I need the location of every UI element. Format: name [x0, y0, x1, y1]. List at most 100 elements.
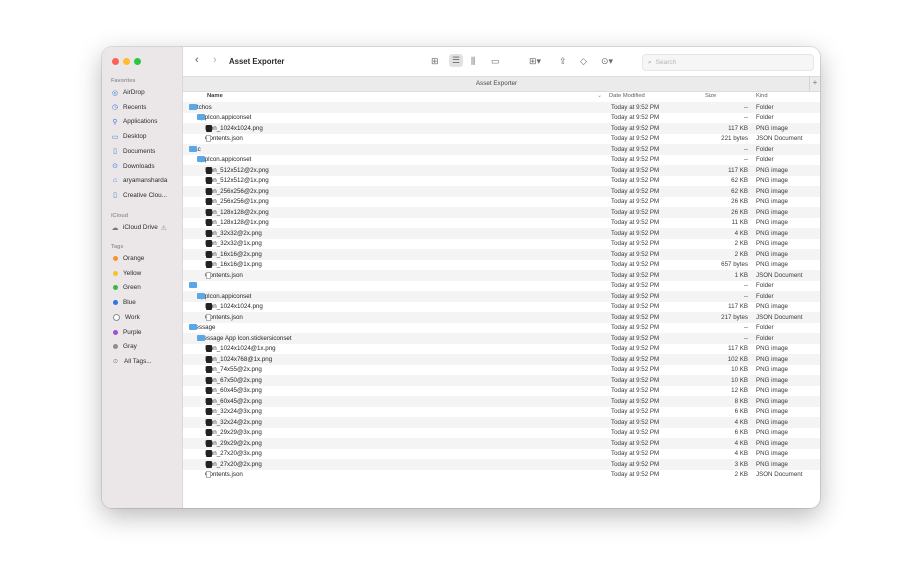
sidebar-item-aryamansharda[interactable]: ⌂ aryamansharda: [111, 175, 168, 186]
share-icon[interactable]: ⇪: [559, 56, 567, 67]
tag-yellow[interactable]: Yellow: [111, 268, 141, 279]
file-row[interactable]: Icon_32x24@2x.png Today at 9:52 PM 4 KB PNG…: [183, 417, 820, 428]
file-row[interactable]: Icon_27x20@2x.png Today at 9:52 PM 3 KB PNG…: [183, 459, 820, 470]
tag-gray[interactable]: Gray: [111, 341, 137, 352]
folder-row[interactable]: ⌄imessage Today at 9:52 PM -- Folder: [183, 323, 820, 334]
file-row[interactable]: Icon_27x20@3x.png Today at 9:52 PM 4 KB PNG…: [183, 449, 820, 460]
search-field[interactable]: ⌕ Search: [642, 54, 814, 71]
column-view-icon[interactable]: ⫼: [471, 56, 475, 67]
group-by-icon[interactable]: ⊞▾: [529, 56, 541, 67]
name-cell: Contents.json: [205, 470, 243, 480]
date-modified-cell: Today at 9:52 PM: [611, 355, 660, 363]
png-file-icon: [206, 397, 212, 405]
name-cell: ⌄watchos: [189, 102, 212, 112]
file-row[interactable]: Icon_512x512@2x.png Today at 9:52 PM 117 K…: [183, 165, 820, 176]
file-row[interactable]: Icon_16x16@1x.png Today at 9:52 PM 657 byt…: [183, 260, 820, 271]
column-size[interactable]: Size: [705, 93, 716, 99]
file-row[interactable]: Icon_60x45@2x.png Today at 9:52 PM 8 KB PNG…: [183, 396, 820, 407]
date-modified-cell: Today at 9:52 PM: [611, 124, 660, 132]
tag-work[interactable]: Work: [111, 312, 140, 323]
file-row[interactable]: Icon_512x512@1x.png Today at 9:52 PM 62 KB…: [183, 176, 820, 187]
png-file-icon: [206, 240, 212, 248]
name-cell: ⌄AppIcon.appiconset: [197, 155, 251, 165]
file-row[interactable]: Icon_29x29@2x.png Today at 9:52 PM 4 KB PNG…: [183, 438, 820, 449]
date-modified-cell: Today at 9:52 PM: [611, 250, 660, 258]
sidebar-item-desktop[interactable]: ▭ Desktop: [111, 131, 147, 142]
sidebar-item-creative-clou[interactable]: ▯ Creative Clou...: [111, 190, 167, 201]
file-row[interactable]: Icon_67x50@2x.png Today at 9:52 PM 10 KB PN…: [183, 375, 820, 386]
tag-icon[interactable]: ◇: [580, 56, 587, 67]
more-actions-icon[interactable]: ⊙▾: [601, 56, 613, 67]
file-row[interactable]: Icon_32x32@2x.png Today at 9:52 PM 4 KB PNG…: [183, 228, 820, 239]
sidebar-item-applications[interactable]: ⚲ Applications: [111, 116, 157, 127]
file-row[interactable]: Icon_1024x1024.png Today at 9:52 PM 117 KB…: [183, 123, 820, 134]
file-row[interactable]: Icon_256x256@2x.png Today at 9:52 PM 62 KB…: [183, 186, 820, 197]
tag-all-tags[interactable]: ⊙ All Tags...: [111, 356, 152, 367]
column-name[interactable]: Name: [207, 93, 223, 99]
file-row[interactable]: Contents.json Today at 9:52 PM 217 bytes JS…: [183, 312, 820, 323]
zoom-window-button[interactable]: [134, 58, 141, 65]
folder-row[interactable]: ⌄AppIcon.appiconset Today at 9:52 PM -- Fol…: [183, 291, 820, 302]
date-modified-cell: Today at 9:52 PM: [611, 334, 660, 342]
tab-asset-exporter[interactable]: Asset Exporter: [183, 80, 810, 87]
folder-row[interactable]: ⌄mac Today at 9:52 PM -- Folder: [183, 144, 820, 155]
sidebar-item-airdrop[interactable]: ◎ AirDrop: [111, 87, 145, 98]
folder-row[interactable]: ⌄ios Today at 9:52 PM -- Folder: [183, 281, 820, 292]
file-row[interactable]: Icon_256x256@1x.png Today at 9:52 PM 26 KB…: [183, 197, 820, 208]
tag-label: Blue: [123, 299, 136, 307]
back-icon[interactable]: ‹: [195, 54, 199, 66]
date-modified-cell: Today at 9:52 PM: [611, 219, 660, 227]
gallery-view-icon[interactable]: ▭: [491, 56, 500, 67]
column-kind[interactable]: Kind: [756, 93, 768, 99]
sidebar-item-documents[interactable]: ▯ Documents: [111, 146, 155, 157]
png-file-icon: [206, 261, 212, 269]
file-row[interactable]: Icon_16x16@2x.png Today at 9:52 PM 2 KB PNG…: [183, 249, 820, 260]
sidebar-item-recents[interactable]: ◷ Recents: [111, 102, 147, 113]
tag-blue[interactable]: Blue: [111, 297, 136, 308]
tag-green[interactable]: Green: [111, 282, 141, 293]
size-cell: 12 KB: [731, 387, 748, 395]
folder-row[interactable]: ⌄iMessage App Icon.stickersiconset Today …: [183, 333, 820, 344]
tag-purple[interactable]: Purple: [111, 327, 141, 338]
file-row[interactable]: Icon_1024x1024@1x.png Today at 9:52 PM 117…: [183, 344, 820, 355]
file-row[interactable]: Icon_29x29@3x.png Today at 9:52 PM 6 KB PNG…: [183, 428, 820, 439]
file-row[interactable]: Icon_32x32@1x.png Today at 9:52 PM 2 KB PNG…: [183, 239, 820, 250]
finder-window: Favorites ◎ AirDrop ◷ Recents ⚲ Applications ▭…: [102, 47, 820, 508]
png-file-icon: [206, 345, 212, 353]
file-row[interactable]: Icon_128x128@1x.png Today at 9:52 PM 11 KB…: [183, 218, 820, 229]
file-row[interactable]: Icon_1024x768@1x.png Today at 9:52 PM 102 …: [183, 354, 820, 365]
airdrop-icon: ◎: [111, 89, 119, 97]
folder-row[interactable]: ⌄watchos Today at 9:52 PM -- Folder: [183, 102, 820, 113]
tag-orange[interactable]: Orange: [111, 253, 144, 264]
forward-icon[interactable]: ›: [213, 54, 217, 66]
new-tab-button[interactable]: +: [809, 76, 820, 91]
folder-row[interactable]: ⌄AppIcon.appiconset Today at 9:52 PM -- Fol…: [183, 113, 820, 124]
sidebar-item-downloads[interactable]: ⊙ Downloads: [111, 161, 155, 172]
file-row[interactable]: Icon_1024x1024.png Today at 9:52 PM 117 KB…: [183, 302, 820, 313]
date-modified-cell: Today at 9:52 PM: [611, 177, 660, 185]
file-row[interactable]: Contents.json Today at 9:52 PM 221 bytes JS…: [183, 134, 820, 145]
column-date-modified[interactable]: Date Modified: [609, 93, 645, 99]
file-row[interactable]: Icon_60x45@3x.png Today at 9:52 PM 12 KB PN…: [183, 386, 820, 397]
file-row[interactable]: Contents.json Today at 9:52 PM 1 KB JSON Do…: [183, 270, 820, 281]
close-window-button[interactable]: [112, 58, 119, 65]
file-row[interactable]: Icon_74x55@2x.png Today at 9:52 PM 10 KB PN…: [183, 365, 820, 376]
icon-view-icon[interactable]: ⊞: [431, 56, 439, 67]
minimize-window-button[interactable]: [123, 58, 130, 65]
list-view-icon[interactable]: ☰: [449, 54, 464, 67]
date-modified-cell: Today at 9:52 PM: [611, 397, 660, 405]
folder-row[interactable]: ⌄AppIcon.appiconset Today at 9:52 PM -- Fol…: [183, 155, 820, 166]
name-cell: ⌄mac: [189, 144, 201, 154]
sidebar-item-label: aryamansharda: [123, 177, 168, 185]
file-row[interactable]: Icon_128x128@2x.png Today at 9:52 PM 26 KB…: [183, 207, 820, 218]
date-modified-cell: Today at 9:52 PM: [611, 271, 660, 279]
tags-header: Tags: [111, 244, 124, 250]
file-row[interactable]: Icon_32x24@3x.png Today at 9:52 PM 6 KB PNG…: [183, 407, 820, 418]
folder-icon: [197, 156, 205, 163]
kind-cell: PNG image: [756, 387, 788, 395]
size-cell: 117 KB: [728, 345, 748, 353]
file-row[interactable]: Contents.json Today at 9:52 PM 2 KB JSON Do…: [183, 470, 820, 481]
sidebar-item-icloud-drive[interactable]: ☁ iCloud Drive ⚠: [111, 222, 167, 233]
json-file-icon: [206, 271, 211, 279]
sort-chevron-icon: ⌄: [597, 93, 602, 99]
